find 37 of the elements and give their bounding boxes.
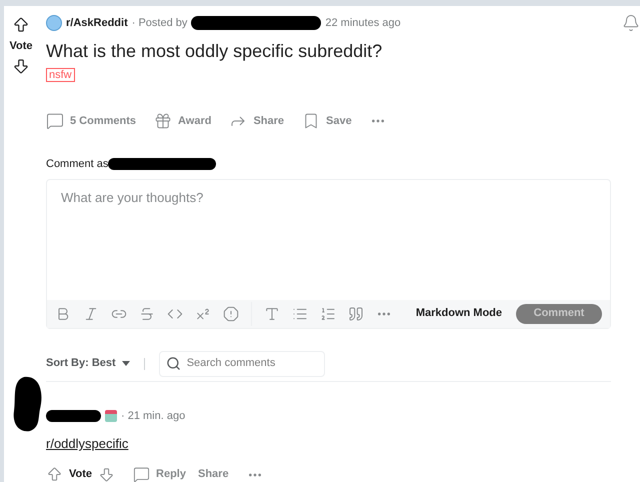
sort-dropdown[interactable]: Sort By: Best [46, 355, 130, 372]
save-button[interactable]: Save [302, 112, 352, 130]
vote-label: Vote [9, 39, 33, 54]
markdown-mode-button[interactable]: Markdown Mode [416, 305, 502, 322]
share-button[interactable]: Share [229, 112, 284, 130]
post-title: What is the most oddly specific subreddit? [46, 40, 384, 62]
vote-label: Vote [69, 467, 92, 482]
search-icon [166, 356, 181, 371]
subreddit-link[interactable]: r/oddlyspecific [46, 436, 128, 451]
award-button[interactable]: Award [154, 112, 212, 130]
gift-icon [154, 112, 172, 130]
comments-button[interactable]: 5 Comments [46, 112, 136, 130]
nsfw-flair: nsfw [46, 68, 75, 82]
search-comments-field[interactable]: Search comments [158, 350, 325, 376]
italic-icon[interactable] [83, 306, 99, 322]
speech-bubble-icon [46, 112, 64, 130]
downvote-icon[interactable] [12, 56, 30, 74]
numbered-list-icon[interactable] [320, 306, 336, 322]
strikethrough-icon[interactable] [139, 306, 155, 322]
comment-as-label: Comment as [46, 157, 108, 172]
subreddit-link[interactable]: r/AskReddit [66, 14, 128, 32]
subreddit-avatar[interactable] [46, 15, 62, 31]
post-time: 22 minutes ago [325, 16, 401, 31]
comment-input[interactable]: What are your thoughts? [47, 180, 610, 300]
text-size-icon[interactable] [264, 306, 280, 322]
caret-icon [122, 361, 130, 366]
cake-day-icon [105, 410, 117, 422]
quote-icon[interactable] [348, 306, 364, 322]
share-button[interactable]: Share [198, 466, 229, 482]
search-input[interactable]: Search comments [186, 355, 307, 372]
speech-bubble-icon [133, 466, 150, 482]
posted-by-label: · Posted by [132, 16, 188, 31]
notification-bell-icon[interactable] [622, 14, 640, 32]
comment-time: · 21 min. ago [121, 408, 186, 424]
warning-icon[interactable] [223, 306, 239, 322]
upvote-icon[interactable] [12, 16, 30, 34]
reply-button[interactable]: Reply [133, 466, 186, 482]
